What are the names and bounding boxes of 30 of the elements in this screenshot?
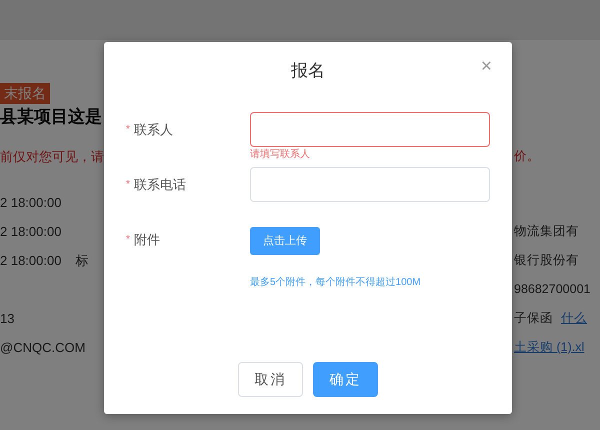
project-title: 县某项目这是 xyxy=(0,106,102,128)
upload-hint: 最多5个附件，每个附件不得超过100M xyxy=(250,276,422,290)
notice-text: 前仅对您可见，请 xyxy=(0,148,104,166)
status-badge: 末报名 xyxy=(0,83,50,104)
info-text: 标 xyxy=(75,252,88,270)
close-button[interactable]: × xyxy=(478,55,494,78)
info-text: 银行股份有 xyxy=(514,252,579,270)
required-mark: * xyxy=(126,124,130,135)
info-text: 2 18:00:00 xyxy=(0,252,62,270)
info-text: 98682700001 xyxy=(514,281,590,298)
info-text: 2 18:00:00 xyxy=(0,222,62,241)
notice-text: 价。 xyxy=(514,148,540,166)
field-label: 联系人 xyxy=(134,122,173,137)
info-text: @CNQC.COM xyxy=(0,338,86,357)
error-message: 请填写联系人 xyxy=(250,148,311,162)
dialog-title: 报名 xyxy=(291,60,325,82)
info-link[interactable]: 土采购 (1).xl xyxy=(514,338,584,357)
field-label: 附件 xyxy=(134,232,160,247)
cancel-button[interactable]: 取消 xyxy=(238,362,303,397)
info-text: 13 xyxy=(0,310,14,328)
upload-button[interactable]: 点击上传 xyxy=(250,227,320,255)
info-text: 子保函 xyxy=(514,310,553,328)
field-label: 联系电话 xyxy=(134,177,186,192)
confirm-button[interactable]: 确定 xyxy=(313,362,378,397)
input-field[interactable] xyxy=(250,112,490,147)
required-mark: * xyxy=(126,234,130,245)
info-text: 物流集团有 xyxy=(514,223,579,240)
info-text: 2 18:00:00 xyxy=(0,194,62,212)
info-link[interactable]: 什么 xyxy=(561,309,587,328)
required-mark: * xyxy=(126,179,130,190)
